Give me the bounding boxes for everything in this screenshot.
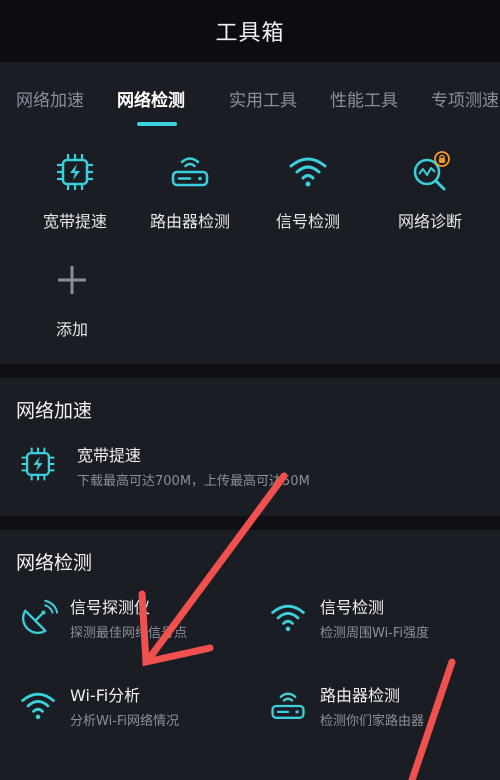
top-bar: 工具箱 — [0, 0, 500, 62]
chip-bolt-icon — [21, 447, 55, 481]
section-network-accel: 网络加速 宽带提速 下载最高可达700M，上传最高可达50M — [0, 378, 500, 516]
wifi-icon — [21, 692, 55, 720]
grid-item-label: 网络诊断 — [397, 212, 462, 231]
item-title: Wi-Fi分析 — [70, 686, 141, 705]
list-item-router-check[interactable]: 路由器检测 检测你们家路由器 — [250, 680, 500, 734]
grid-item-broadband-boost[interactable]: 宽带提速 — [15, 150, 135, 232]
list-item-broadband-boost[interactable]: 宽带提速 下载最高可达700M，上传最高可达50M — [0, 438, 500, 498]
item-description: 检测周围Wi-Fi强度 — [320, 626, 430, 641]
grid-item-add[interactable]: 添加 — [12, 258, 132, 340]
item-title: 宽带提速 — [77, 446, 142, 465]
wifi-icon — [271, 604, 305, 632]
chip-bolt-icon — [57, 154, 93, 190]
router-icon — [271, 692, 305, 719]
plus-icon — [58, 266, 86, 294]
section-title: 网络检测 — [16, 552, 93, 574]
list-item-signal-check[interactable]: 信号检测 检测周围Wi-Fi强度 — [250, 592, 500, 646]
router-icon — [171, 157, 209, 187]
tab-bar: 网络加速 网络检测 实用工具 性能工具 专项测速 — [0, 62, 500, 128]
page-title: 工具箱 — [215, 21, 285, 46]
tab-utilities[interactable]: 实用工具 — [229, 86, 297, 111]
wifi-icon — [289, 157, 327, 187]
active-tab-indicator — [137, 122, 177, 126]
item-description: 分析Wi-Fi网络情况 — [70, 714, 180, 729]
item-description: 下载最高可达700M，上传最高可达50M — [77, 474, 310, 489]
tab-network-detect[interactable]: 网络检测 — [117, 86, 185, 111]
grid-item-label: 宽带提速 — [42, 212, 107, 231]
tab-network-accel[interactable]: 网络加速 — [16, 86, 84, 111]
item-description: 检测你们家路由器 — [320, 714, 425, 729]
quick-tools-grid: 宽带提速 路由器检测 信号检测 网络诊断 添加 — [0, 128, 500, 364]
section-title: 网络加速 — [16, 400, 93, 422]
section-network-detect: 网络检测 信号探测仪 探测最佳网络信号点 信号检测 检测周围Wi-Fi强度 Wi… — [0, 530, 500, 780]
tab-performance[interactable]: 性能工具 — [330, 86, 398, 111]
item-title: 信号探测仪 — [70, 598, 151, 617]
item-description: 探测最佳网络信号点 — [70, 626, 188, 641]
grid-item-signal-check[interactable]: 信号检测 — [248, 150, 368, 232]
radar-dish-icon — [22, 599, 58, 634]
network-diagnosis-icon — [413, 151, 450, 191]
list-item-signal-probe[interactable]: 信号探测仪 探测最佳网络信号点 — [0, 592, 250, 646]
item-title: 路由器检测 — [320, 686, 401, 705]
tab-speed-test[interactable]: 专项测速 — [431, 86, 499, 111]
grid-item-router-check[interactable]: 路由器检测 — [130, 150, 250, 232]
grid-item-label: 路由器检测 — [149, 212, 230, 231]
grid-item-label: 添加 — [55, 320, 88, 339]
list-item-wifi-analysis[interactable]: Wi-Fi分析 分析Wi-Fi网络情况 — [0, 680, 250, 734]
grid-item-network-diagnosis[interactable]: 网络诊断 — [370, 150, 490, 232]
item-title: 信号检测 — [320, 598, 385, 617]
grid-item-label: 信号检测 — [275, 212, 340, 231]
